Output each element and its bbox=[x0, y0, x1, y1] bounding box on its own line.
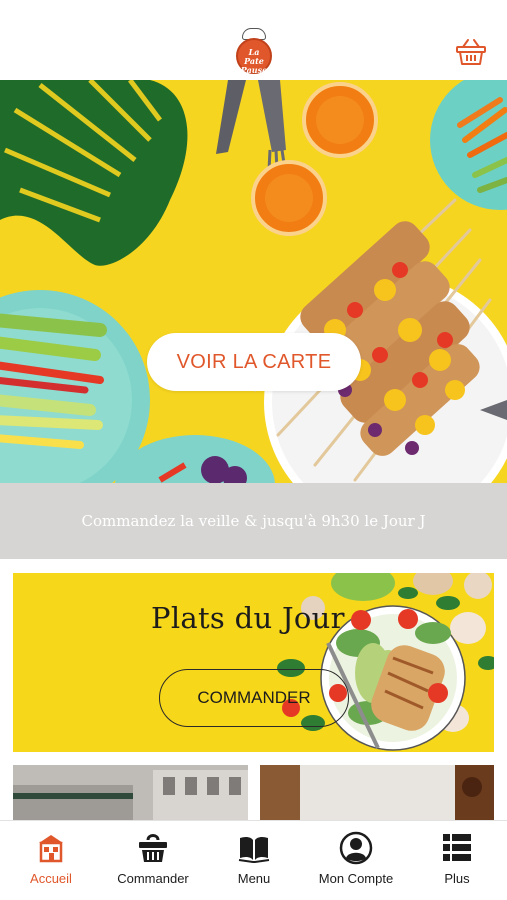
brand-logo[interactable]: La Pate Pause bbox=[234, 28, 274, 76]
home-shop-icon bbox=[39, 835, 63, 863]
hero-banner: VOIR LA CARTE bbox=[0, 80, 507, 483]
cart-button[interactable] bbox=[454, 38, 488, 66]
hero-food-image bbox=[0, 80, 507, 483]
tab-commander[interactable]: Commander bbox=[103, 831, 203, 891]
basket-icon bbox=[139, 834, 167, 862]
promo-title: Plats du Jour bbox=[151, 601, 345, 635]
tab-label: Plus bbox=[444, 871, 470, 886]
order-deadline-banner: Commandez la veille & jusqu'à 9h30 le Jo… bbox=[0, 483, 507, 559]
tab-accueil[interactable]: Accueil bbox=[1, 831, 101, 891]
book-icon bbox=[238, 836, 270, 863]
tab-plus[interactable]: Plus bbox=[407, 831, 507, 891]
app-screen: Carrier 11:06 AM La Pate Pause VOIR LA C… bbox=[0, 0, 507, 900]
tab-label: Menu bbox=[237, 871, 271, 886]
thumbnail-card-left[interactable] bbox=[13, 765, 248, 820]
dessert-photo bbox=[260, 765, 494, 820]
app-header: La Pate Pause bbox=[0, 26, 507, 80]
battery-icon bbox=[471, 7, 495, 18]
commander-button[interactable]: COMMANDER bbox=[159, 669, 349, 727]
tab-label: Mon Compte bbox=[318, 871, 394, 886]
tab-menu[interactable]: Menu bbox=[204, 831, 304, 891]
tab-mon-compte[interactable]: Mon Compte bbox=[306, 831, 406, 891]
street-photo bbox=[13, 765, 248, 820]
bottom-tab-bar: Accueil Commander Menu Mon Compte Plus bbox=[0, 820, 507, 900]
tab-label: Commander bbox=[117, 871, 189, 886]
tab-label: Accueil bbox=[30, 871, 72, 886]
plats-du-jour-card[interactable]: Plats du Jour COMMANDER bbox=[13, 573, 494, 752]
basket-icon bbox=[456, 39, 486, 65]
status-bar: Carrier 11:06 AM bbox=[0, 0, 507, 26]
thumbnail-card-right[interactable] bbox=[260, 765, 494, 820]
clock-label: 11:06 AM bbox=[225, 5, 282, 20]
list-icon bbox=[443, 834, 471, 861]
voir-la-carte-button[interactable]: VOIR LA CARTE bbox=[147, 333, 361, 391]
account-icon bbox=[339, 831, 373, 865]
